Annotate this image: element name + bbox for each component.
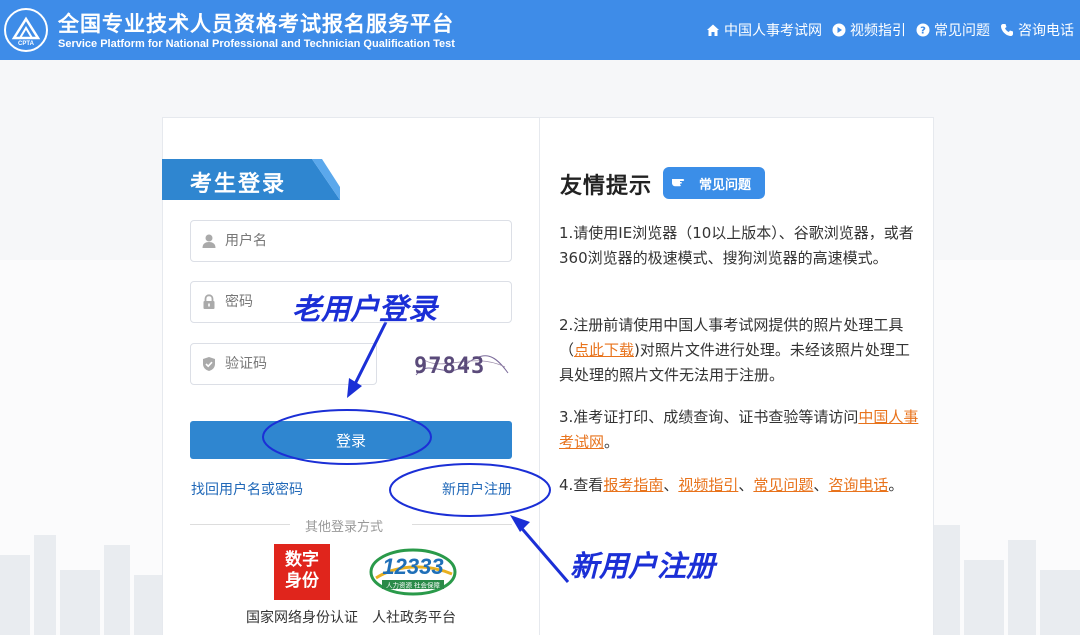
- svg-text:?: ?: [920, 26, 926, 37]
- tip-4: 4.查看报考指南、视频指引、常见问题、咨询电话。: [559, 473, 919, 498]
- username-input[interactable]: [225, 233, 465, 249]
- faq-badge-label: 常见问题: [699, 177, 752, 193]
- video-guide-link[interactable]: 视频指引: [678, 476, 738, 494]
- tip-4-text-pre: 4.查看: [559, 476, 604, 494]
- nav-video-guide[interactable]: 视频指引: [832, 20, 906, 40]
- top-nav: 中国人事考试网 视频指引 ? 常见问题 咨询电话: [706, 20, 1074, 40]
- photo-tool-download-link[interactable]: 点此下载: [574, 341, 634, 359]
- forgot-credentials-link[interactable]: 找回用户名或密码: [191, 479, 303, 499]
- tip-4-separator: 、: [813, 476, 829, 494]
- card-divider: [539, 117, 540, 635]
- user-icon: [201, 233, 217, 249]
- tip-4-text-post: 。: [888, 476, 904, 494]
- register-link[interactable]: 新用户注册: [442, 479, 512, 499]
- cpta-logo[interactable]: CPTA: [4, 8, 48, 52]
- svg-text:97843: 97843: [414, 354, 485, 379]
- hotline-link[interactable]: 咨询电话: [828, 476, 888, 494]
- digital-id-caption: 国家网络身份认证: [246, 610, 358, 626]
- tip-4-separator: 、: [663, 476, 679, 494]
- hrss-12333-logo[interactable]: 12333 人力资源 社会保障: [368, 544, 458, 600]
- nav-label: 常见问题: [934, 23, 990, 39]
- home-icon: [706, 23, 720, 37]
- captcha-input[interactable]: [225, 356, 365, 372]
- logo-emblem-icon: CPTA: [11, 16, 41, 47]
- svg-text:12333: 12333: [382, 554, 443, 579]
- faq-link[interactable]: 常见问题: [753, 476, 813, 494]
- tip-2: 2.注册前请使用中国人事考试网提供的照片处理工具（点此下载)对照片文件进行处理。…: [559, 313, 919, 388]
- tip-1: 1.请使用IE浏览器（10以上版本）、谷歌浏览器，或者360浏览器的极速模式、搜…: [559, 224, 914, 267]
- tip-3: 3.准考证打印、成绩查询、证书查验等请访问中国人事考试网。: [559, 405, 919, 455]
- help-icon: ?: [916, 23, 930, 37]
- svg-text:人力资源 社会保障: 人力资源 社会保障: [386, 581, 441, 590]
- nav-label: 中国人事考试网: [724, 23, 822, 39]
- svg-text:CPTA: CPTA: [18, 41, 35, 47]
- tips-title: 友情提示: [560, 174, 653, 199]
- play-icon: [832, 23, 846, 37]
- other-methods-divider-right: [412, 524, 512, 525]
- top-header: CPTA 全国专业技术人员资格考试报名服务平台 Service Platform…: [0, 0, 1080, 60]
- tip-3-text-post: 。: [604, 433, 620, 451]
- lock-icon: [201, 294, 217, 310]
- site-subtitle: Service Platform for National Profession…: [58, 38, 455, 50]
- nav-label: 视频指引: [850, 23, 906, 39]
- faq-badge-button[interactable]: 常见问题: [663, 167, 765, 199]
- pointing-hand-icon: [671, 174, 691, 192]
- tip-3-text-pre: 3.准考证打印、成绩查询、证书查验等请访问: [559, 408, 859, 426]
- nav-faq[interactable]: ? 常见问题: [916, 20, 990, 40]
- phone-icon: [1000, 23, 1014, 37]
- digital-id-logo[interactable]: 数字身份: [274, 544, 330, 600]
- annotation-new-user-register: 新用户注册: [570, 549, 716, 583]
- nav-hotline[interactable]: 咨询电话: [1000, 20, 1074, 40]
- login-button[interactable]: 登录: [190, 421, 512, 459]
- nav-label: 咨询电话: [1018, 23, 1074, 39]
- other-methods-divider-left: [190, 524, 290, 525]
- digital-id-logo-text: 数字身份: [285, 550, 319, 591]
- site-title: 全国专业技术人员资格考试报名服务平台: [58, 12, 454, 36]
- shield-check-icon: [201, 356, 217, 372]
- annotation-old-user-login: 老用户登录: [292, 292, 438, 326]
- captcha-image[interactable]: 97843: [410, 345, 512, 385]
- tip-4-separator: 、: [738, 476, 754, 494]
- nav-cpta-site[interactable]: 中国人事考试网: [706, 20, 822, 40]
- login-tab-label: 考生登录: [190, 172, 287, 197]
- hrss-caption: 人社政务平台: [372, 610, 456, 626]
- captcha-field-wrapper: [190, 343, 377, 385]
- exam-guide-link[interactable]: 报考指南: [603, 476, 663, 494]
- other-methods-label: 其他登录方式: [305, 520, 384, 535]
- username-field-wrapper: [190, 220, 512, 262]
